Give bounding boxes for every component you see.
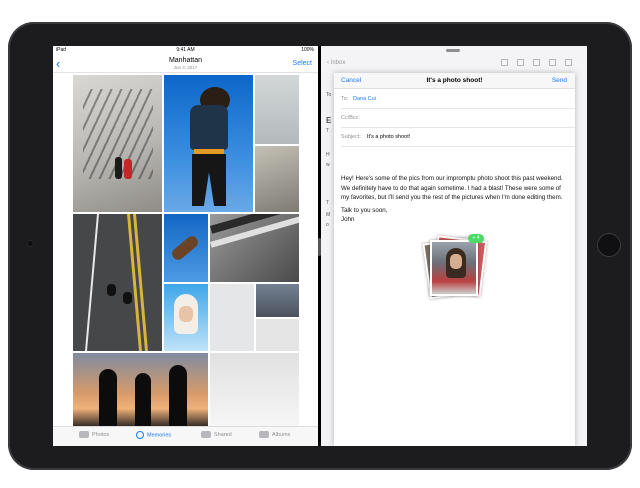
albums-icon (259, 431, 269, 438)
photo-tile[interactable] (164, 284, 208, 351)
subject-label: Subject: (341, 134, 361, 140)
screen: iPad 9:41 AM 100% ‹ Manhattan Jun 3, 201… (53, 46, 587, 446)
mail-side-text: M (326, 212, 331, 218)
photo-tile[interactable] (73, 353, 208, 427)
compose-title: It's a photo shoot! (426, 77, 483, 84)
photos-tab-bar: Photos Memories Shared Albums (53, 426, 318, 446)
dragged-photo-stack[interactable]: + 4 (422, 234, 488, 300)
drag-count-badge: + 4 (468, 234, 484, 243)
photo-tile[interactable] (256, 284, 299, 317)
cloud-icon (201, 431, 211, 438)
tab-albums[interactable]: Albums (259, 431, 290, 438)
tab-shared[interactable]: Shared (201, 431, 232, 438)
compose-header: Cancel It's a photo shoot! Send (334, 73, 575, 89)
mail-side-text: H (326, 152, 330, 158)
folder-icon[interactable] (517, 59, 524, 66)
select-button[interactable]: Select (293, 60, 312, 67)
mail-toolbar: ‹ Inbox (321, 55, 587, 71)
compose-sheet: Cancel It's a photo shoot! Send To: Dana… (334, 73, 575, 446)
reply-icon[interactable] (549, 59, 556, 66)
cc-bcc-label: Cc/Bcc: (341, 115, 360, 121)
body-signoff: Talk to you soon, (341, 206, 388, 214)
body-paragraph: Hey! Here's some of the pics from our im… (341, 175, 563, 202)
to-field[interactable]: To: Dana Cui (341, 90, 575, 109)
to-recipient[interactable]: Dana Cui (353, 96, 376, 102)
photos-nav-bar: ‹ Manhattan Jun 3, 2017 Select (53, 55, 318, 73)
mail-side-text: T (326, 200, 330, 206)
send-button[interactable]: Send (552, 77, 567, 84)
tab-memories[interactable]: Memories (136, 431, 171, 439)
photo-tile[interactable] (73, 75, 162, 212)
battery-level: 100% (301, 47, 314, 53)
message-body[interactable]: Hey! Here's some of the pics from our im… (341, 174, 569, 225)
compose-icon[interactable] (565, 59, 572, 66)
mail-side-text: To (326, 92, 332, 98)
photo-tile[interactable] (210, 284, 254, 351)
front-camera (27, 240, 34, 247)
cc-bcc-field[interactable]: Cc/Bcc: (341, 109, 575, 128)
photos-icon (79, 431, 89, 438)
photo-tile[interactable] (256, 319, 299, 351)
trash-icon[interactable] (533, 59, 540, 66)
status-time: 9:41 AM (176, 47, 195, 53)
photo-grid (73, 75, 299, 427)
mail-side-text: T (326, 128, 330, 134)
photo-tile[interactable] (210, 353, 299, 427)
photo-tile[interactable] (164, 214, 208, 282)
subject-field[interactable]: Subject: It's a photo shoot! (341, 128, 575, 147)
album-title: Manhattan (168, 57, 203, 64)
photo-tile[interactable] (210, 214, 299, 282)
to-label: To: (341, 96, 349, 102)
photo-tile[interactable] (255, 146, 299, 212)
photo-tile[interactable] (164, 75, 253, 212)
album-date: Jun 3, 2017 (173, 65, 198, 70)
flag-icon[interactable] (501, 59, 508, 66)
slide-over-grabber[interactable] (446, 49, 460, 52)
status-bar: iPad 9:41 AM 100% (53, 46, 318, 55)
mail-side-text: o (326, 222, 329, 228)
photo-tile[interactable] (73, 214, 162, 351)
body-signature: John (341, 216, 355, 224)
tab-photos[interactable]: Photos (79, 431, 109, 438)
subject-value[interactable]: It's a photo shoot! (367, 134, 410, 140)
photo-tile[interactable] (255, 75, 299, 144)
stack-photo-front (430, 240, 478, 296)
mail-side-text: w (326, 162, 330, 168)
mail-side-text: E (326, 116, 332, 125)
photos-app: iPad 9:41 AM 100% ‹ Manhattan Jun 3, 201… (53, 46, 318, 446)
memories-icon (136, 431, 144, 439)
inbox-back-button[interactable]: ‹ Inbox (327, 60, 345, 66)
home-button[interactable] (597, 233, 621, 257)
